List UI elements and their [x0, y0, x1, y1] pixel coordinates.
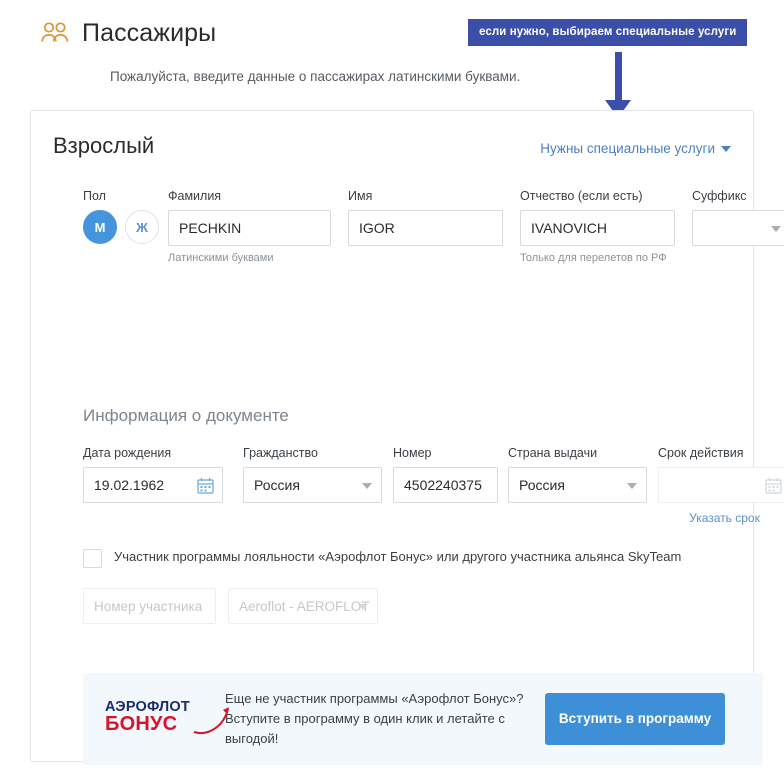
gender-male-button[interactable]: М: [83, 210, 117, 244]
gender-female-button[interactable]: Ж: [125, 210, 159, 244]
aeroflot-bonus-banner: АЭРОФЛОТ БОНУС Еще не участник программы…: [83, 673, 763, 765]
join-program-button[interactable]: Вступить в программу: [545, 693, 725, 745]
suffix-label: Суффикс: [692, 189, 747, 203]
loyalty-section: Участник программы лояльности «Аэрофлот …: [83, 548, 713, 624]
member-number-input[interactable]: Номер участника: [83, 588, 216, 624]
gender-label: Пол: [83, 189, 106, 203]
lastname-input[interactable]: PECHKIN: [168, 210, 331, 246]
chevron-down-icon: [362, 483, 372, 489]
chevron-down-icon: [627, 483, 637, 489]
citizenship-field: Гражданство Россия: [243, 446, 382, 503]
birthdate-value: 19.02.1962: [94, 477, 165, 493]
callout-arrow-stem: [615, 52, 622, 104]
calendar-icon[interactable]: [197, 477, 214, 497]
chevron-down-icon: [721, 145, 731, 152]
issue-country-field: Страна выдачи Россия: [508, 446, 647, 503]
expiry-label: Срок действия: [658, 446, 744, 460]
issue-country-value: Россия: [519, 477, 565, 493]
special-services-label: Нужны специальные услуги: [540, 141, 715, 156]
loyalty-airline-value: Aeroflot - AEROFLOT: [239, 598, 370, 614]
set-expiry-link[interactable]: Указать срок: [658, 511, 784, 525]
birthdate-label: Дата рождения: [83, 446, 172, 460]
lastname-field: Фамилия PECHKIN Латинскими буквами: [168, 189, 331, 266]
swoosh-icon: [193, 704, 233, 742]
callout-tooltip: если нужно, выбираем специальные услуги: [468, 19, 748, 46]
loyalty-checkbox[interactable]: [83, 549, 102, 568]
chevron-down-icon: [358, 604, 368, 610]
firstname-label: Имя: [348, 189, 373, 203]
passenger-type-title: Взрослый: [53, 133, 155, 158]
birthdate-field: Дата рождения 19.02.1962: [83, 446, 223, 503]
citizenship-value: Россия: [254, 477, 300, 493]
document-number-label: Номер: [393, 446, 432, 460]
suffix-select[interactable]: [692, 210, 784, 246]
passengers-icon: [40, 20, 70, 46]
loyalty-checkbox-label: Участник программы лояльности «Аэрофлот …: [114, 549, 682, 564]
lastname-label: Фамилия: [168, 189, 222, 203]
page-title: Пассажиры: [82, 18, 217, 47]
firstname-input[interactable]: IGOR: [348, 210, 503, 246]
middlename-field: Отчество (если есть) IVANOVICH Только дл…: [520, 189, 675, 266]
firstname-field: Имя IGOR: [348, 189, 503, 246]
document-number-field: Номер 4502240375: [393, 446, 498, 503]
lastname-hint: Латинскими буквами: [168, 252, 274, 264]
citizenship-label: Гражданство: [243, 446, 318, 460]
special-services-toggle[interactable]: Нужны специальные услуги: [540, 141, 731, 156]
passengers-page: Пассажиры Пожалуйста, введите данные о п…: [0, 0, 784, 782]
middlename-input[interactable]: IVANOVICH: [520, 210, 675, 246]
issue-country-label: Страна выдачи: [508, 446, 598, 460]
gender-field: Пол М Ж: [83, 189, 159, 244]
page-subtitle: Пожалуйста, введите данные о пассажирах …: [110, 69, 521, 84]
aeroflot-bonus-logo: АЭРОФЛОТ БОНУС: [83, 700, 229, 739]
suffix-field: Суффикс: [692, 189, 784, 246]
chevron-down-icon: [771, 226, 781, 232]
page-header: Пассажиры: [40, 20, 216, 46]
card-header: Взрослый Нужны специальные услуги: [53, 133, 731, 159]
banner-message: Еще не участник программы «Аэрофлот Бону…: [225, 690, 524, 747]
passenger-card: Взрослый Нужны специальные услуги Пол М …: [30, 110, 784, 765]
expiry-field: Срок действия Указать срок: [658, 446, 784, 525]
document-number-input[interactable]: 4502240375: [393, 467, 498, 503]
document-section-title: Информация о документе: [83, 406, 289, 425]
issue-country-select[interactable]: Россия: [508, 467, 647, 503]
logo-bonus-text: БОНУС: [105, 713, 178, 736]
middlename-hint: Только для перелетов по РФ: [520, 252, 667, 264]
citizenship-select[interactable]: Россия: [243, 467, 382, 503]
expiry-input[interactable]: [658, 467, 784, 503]
calendar-icon: [765, 477, 782, 497]
middlename-label: Отчество (если есть): [520, 189, 643, 203]
loyalty-airline-select[interactable]: Aeroflot - AEROFLOT: [228, 588, 378, 624]
birthdate-input[interactable]: 19.02.1962: [83, 467, 223, 503]
